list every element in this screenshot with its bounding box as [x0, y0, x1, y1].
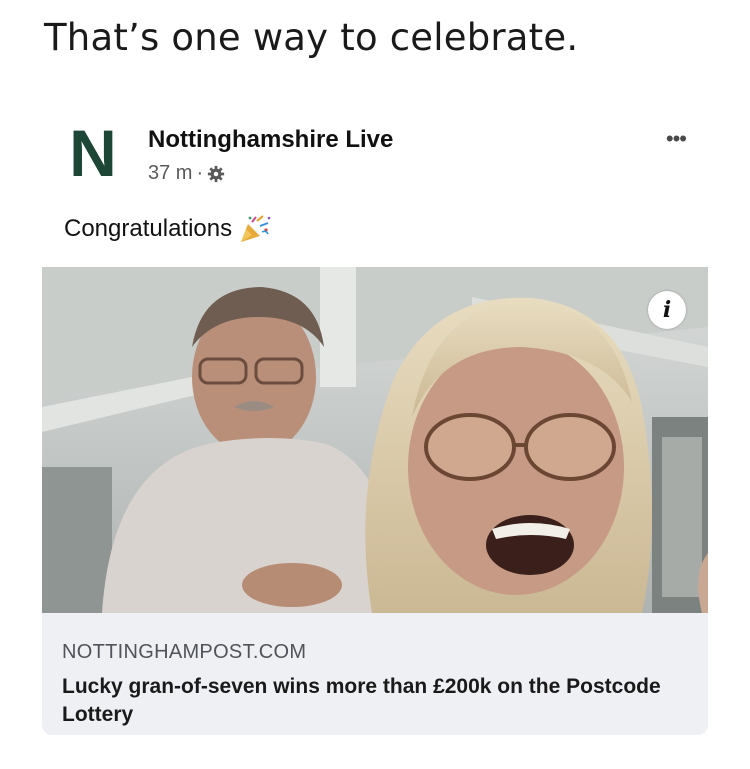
couple-photo-illustration	[42, 267, 708, 613]
article-photo[interactable]: i	[42, 267, 708, 613]
post-timestamp[interactable]: 37 m	[148, 162, 192, 185]
page-name-link[interactable]: Nottinghamshire Live	[148, 126, 393, 154]
facebook-post: N Nottinghamshire Live 37 m · ••• Congra…	[42, 100, 708, 740]
info-icon[interactable]: i	[648, 291, 686, 329]
post-message: Congratulations	[64, 214, 272, 244]
meme-page: That’s one way to celebrate. N Nottingha…	[0, 0, 750, 769]
link-headline[interactable]: Lucky gran-of-seven wins more than £200k…	[62, 673, 682, 729]
post-meta: 37 m ·	[148, 162, 225, 185]
page-avatar[interactable]: N	[62, 118, 124, 188]
party-popper-icon	[241, 215, 271, 242]
link-domain: NOTTINGHAMPOST.COM	[62, 641, 307, 663]
post-message-text: Congratulations	[64, 215, 233, 242]
gear-icon	[208, 165, 225, 182]
meta-separator: ·	[196, 162, 204, 184]
meme-caption: That’s one way to celebrate.	[44, 16, 579, 59]
more-options-icon[interactable]: •••	[666, 126, 687, 152]
link-preview[interactable]: NOTTINGHAMPOST.COM Lucky gran-of-seven w…	[42, 613, 708, 735]
